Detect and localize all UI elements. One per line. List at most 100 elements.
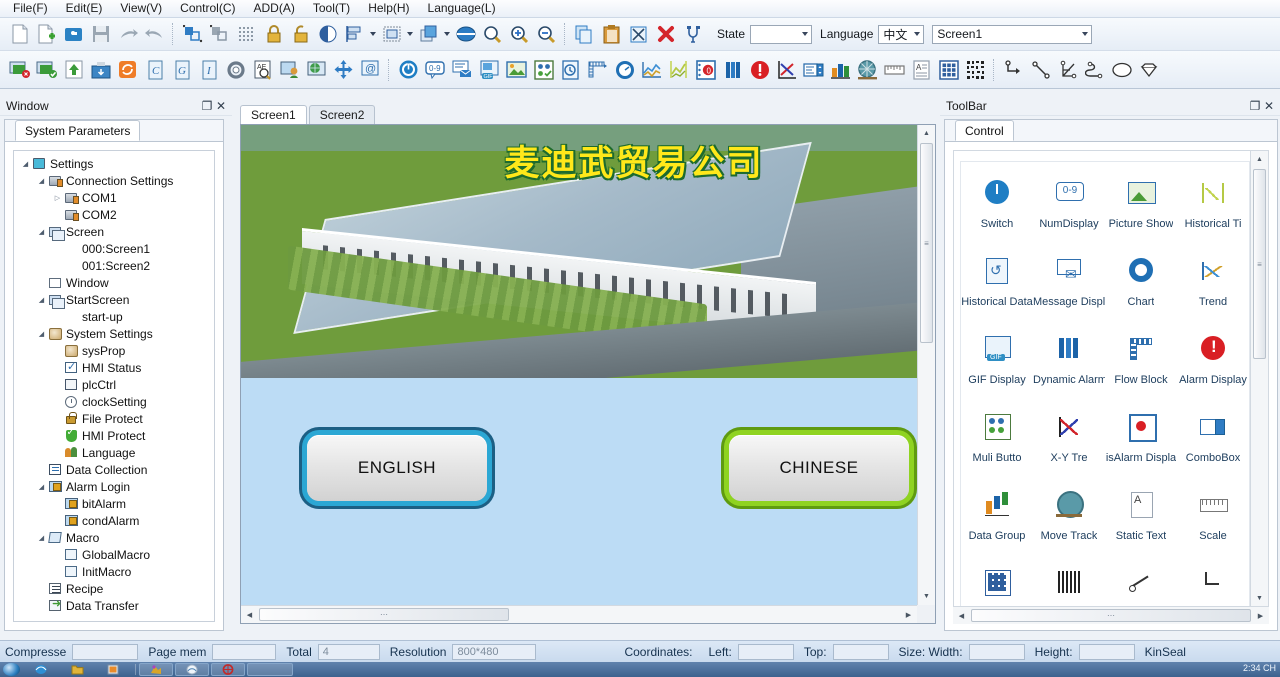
grid-icon[interactable] bbox=[233, 21, 260, 47]
usb-download-icon[interactable] bbox=[87, 57, 114, 83]
menu-add[interactable]: ADD(A) bbox=[245, 0, 304, 17]
tree-item-hmi-status[interactable]: HMI Status bbox=[14, 359, 214, 376]
numdisplay-icon[interactable]: 0-9 bbox=[422, 57, 449, 83]
dynamic-alarm-list-icon[interactable] bbox=[719, 57, 746, 83]
combobox-icon[interactable] bbox=[800, 57, 827, 83]
new-project-icon[interactable] bbox=[33, 21, 60, 47]
grid-table-icon[interactable] bbox=[935, 57, 962, 83]
tree-item-data-transfer[interactable]: Data Transfer bbox=[14, 597, 214, 614]
close-icon[interactable]: ✕ bbox=[214, 99, 228, 113]
tree-item-alarm-login[interactable]: Alarm Login bbox=[14, 478, 214, 495]
menu-control[interactable]: Control(C) bbox=[171, 0, 244, 17]
i-script-icon[interactable]: I bbox=[195, 57, 222, 83]
scroll-right-arrow[interactable]: ▶ bbox=[900, 606, 917, 623]
cut-icon[interactable] bbox=[625, 21, 652, 47]
restore-icon[interactable]: ❐ bbox=[1248, 99, 1262, 113]
control-item-switch[interactable]: Switch bbox=[961, 170, 1033, 248]
control-item-qrcode-icon[interactable] bbox=[1033, 560, 1105, 607]
tree-item-initmacro[interactable]: InitMacro bbox=[14, 563, 214, 580]
palette-scroll-thumb[interactable]: ≡ bbox=[1253, 169, 1266, 359]
scale-icon[interactable] bbox=[881, 57, 908, 83]
align-icon[interactable] bbox=[341, 21, 368, 47]
restore-icon[interactable]: ❐ bbox=[200, 99, 214, 113]
compile-error-icon[interactable] bbox=[6, 57, 33, 83]
flow-block-icon[interactable] bbox=[584, 57, 611, 83]
taskbar-media-icon[interactable] bbox=[96, 663, 130, 676]
hmi-button-chinese[interactable]: CHINESE bbox=[729, 435, 909, 501]
upload-icon[interactable] bbox=[60, 57, 87, 83]
tree-item-bitalarm[interactable]: bitAlarm bbox=[14, 495, 214, 512]
tab-screen1[interactable]: Screen1 bbox=[240, 105, 307, 124]
save-icon[interactable] bbox=[87, 21, 114, 47]
trend-icon[interactable] bbox=[638, 57, 665, 83]
canvas-horizontal-scrollbar[interactable]: ◀ ⋯ ▶ bbox=[241, 605, 917, 623]
control-item-static-text[interactable]: Static Text bbox=[1105, 482, 1177, 560]
menu-file[interactable]: File(F) bbox=[4, 0, 57, 17]
lock-icon[interactable] bbox=[260, 21, 287, 47]
tree-item-macro[interactable]: Macro bbox=[14, 529, 214, 546]
tree-item-window[interactable]: Window bbox=[14, 274, 214, 291]
find-icon[interactable] bbox=[679, 21, 709, 47]
tree-item-data-collection[interactable]: Data Collection bbox=[14, 461, 214, 478]
control-item-numdisplay[interactable]: NumDisplay bbox=[1033, 170, 1105, 248]
tree-item-settings[interactable]: Settings bbox=[14, 155, 214, 172]
screen-dropdown[interactable]: Screen1 bbox=[932, 24, 1093, 44]
tree-item-sysprop[interactable]: sysProp bbox=[14, 342, 214, 359]
tree-item-startscreen[interactable]: StartScreen bbox=[14, 291, 214, 309]
palette-horizontal-scrollbar[interactable]: ◀ ⋯ ▶ bbox=[953, 606, 1269, 624]
align-dropdown-caret[interactable] bbox=[368, 21, 378, 47]
hmi-canvas[interactable]: 麦迪武贸易公司 ENGLISH CHINESE bbox=[241, 125, 917, 605]
menu-help[interactable]: Help(H) bbox=[359, 0, 418, 17]
text-search-icon[interactable]: AE bbox=[249, 57, 276, 83]
tree-twisty-closed[interactable] bbox=[52, 193, 63, 202]
xy-trend-icon[interactable] bbox=[773, 57, 800, 83]
zoom-in-icon[interactable] bbox=[506, 21, 533, 47]
curve-icon[interactable] bbox=[1081, 57, 1108, 83]
group-object-icon[interactable] bbox=[206, 21, 233, 47]
taskbar-clock[interactable]: 2:34 CH bbox=[1243, 663, 1276, 673]
polyline-icon[interactable] bbox=[1000, 57, 1027, 83]
scroll-left-arrow[interactable]: ◀ bbox=[953, 607, 970, 624]
diamond-icon[interactable] bbox=[1135, 57, 1162, 83]
control-item-message-displ-[interactable]: Message Displä bbox=[1033, 248, 1105, 326]
copy-icon[interactable] bbox=[571, 21, 598, 47]
zoom-out-icon[interactable] bbox=[533, 21, 560, 47]
horizontal-scroll-thumb[interactable]: ⋯ bbox=[259, 608, 509, 621]
tree-item-language[interactable]: Language bbox=[14, 444, 214, 461]
move-track-icon[interactable] bbox=[854, 57, 881, 83]
tree-item-recipe[interactable]: Recipe bbox=[14, 580, 214, 597]
refresh-icon[interactable] bbox=[114, 57, 141, 83]
delete-icon[interactable] bbox=[652, 21, 679, 47]
message-display-icon[interactable] bbox=[449, 57, 476, 83]
c-script-icon[interactable]: C bbox=[141, 57, 168, 83]
flip-icon[interactable] bbox=[314, 21, 341, 47]
polygon-icon[interactable] bbox=[1054, 57, 1081, 83]
layer-icon[interactable] bbox=[415, 21, 442, 47]
fill-icon[interactable] bbox=[452, 21, 479, 47]
scroll-up-arrow[interactable]: ▲ bbox=[918, 125, 935, 142]
close-icon[interactable]: ✕ bbox=[1262, 99, 1276, 113]
tree-twisty-open[interactable] bbox=[36, 176, 47, 185]
scroll-right-arrow[interactable]: ▶ bbox=[1252, 607, 1269, 624]
undo-icon[interactable] bbox=[141, 21, 168, 47]
taskbar-paint-icon[interactable] bbox=[139, 663, 173, 676]
line-icon[interactable] bbox=[1027, 57, 1054, 83]
ellipse-icon[interactable] bbox=[1108, 57, 1135, 83]
chart-icon[interactable] bbox=[611, 57, 638, 83]
scroll-up-arrow[interactable]: ▲ bbox=[1251, 151, 1268, 168]
tree-twisty-open[interactable] bbox=[36, 533, 47, 542]
tree-item-000-screen1[interactable]: 000:Screen1 bbox=[14, 240, 214, 257]
scroll-left-arrow[interactable]: ◀ bbox=[241, 606, 258, 623]
control-item-line-icon[interactable] bbox=[1105, 560, 1177, 607]
tree-item-file-protect[interactable]: File Protect bbox=[14, 410, 214, 427]
size-dropdown-caret[interactable] bbox=[405, 21, 415, 47]
layer-dropdown-caret[interactable] bbox=[442, 21, 452, 47]
network-icon[interactable] bbox=[303, 57, 330, 83]
is-alarm-display-icon[interactable]: 0 bbox=[692, 57, 719, 83]
move-icon[interactable] bbox=[330, 57, 357, 83]
control-item-alarm-display[interactable]: Alarm Display bbox=[1177, 326, 1249, 404]
control-item-combobox[interactable]: ComboBox bbox=[1177, 404, 1249, 482]
menu-language[interactable]: Language(L) bbox=[419, 0, 505, 17]
menu-view[interactable]: View(V) bbox=[111, 0, 171, 17]
tree-item-globalmacro[interactable]: GlobalMacro bbox=[14, 546, 214, 563]
